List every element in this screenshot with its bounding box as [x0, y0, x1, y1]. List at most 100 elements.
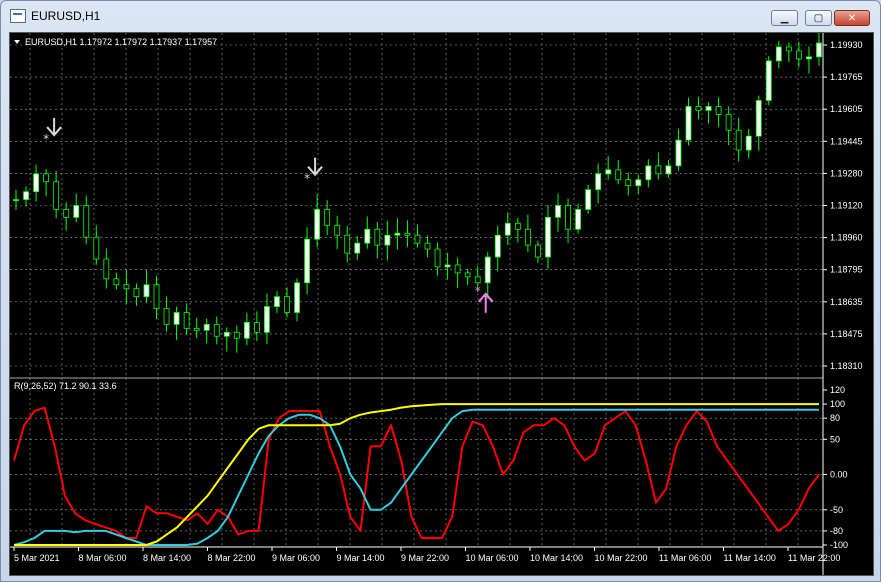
- time-tick-label: 9 Mar 22:00: [401, 553, 449, 563]
- indicator-tick-label: 120: [830, 385, 845, 395]
- candle-body: [183, 312, 190, 329]
- minimize-button[interactable]: ▁: [771, 10, 798, 26]
- time-axis: 5 Mar 2021 8 Mar 06:00 8 Mar 14:00 8 Mar 22…: [10, 546, 840, 563]
- candle-body: [424, 242, 431, 250]
- candle-body: [474, 276, 481, 284]
- candle-body: [675, 139, 682, 167]
- candle-body: [274, 296, 280, 307]
- candle-body: [143, 284, 150, 298]
- candle-body: [795, 50, 802, 60]
- price-chart[interactable]: *** 1.199301.197651.196051.194451.192801…: [10, 33, 873, 575]
- info-dropdown-icon[interactable]: [14, 40, 20, 44]
- candle-body: [133, 288, 140, 298]
- signal-star-icon: *: [475, 284, 481, 298]
- candle-body: [93, 236, 100, 260]
- candle-body: [735, 129, 742, 151]
- price-tick-label: 1.18310: [830, 361, 863, 371]
- time-tick-label: 10 Mar 22:00: [595, 553, 648, 563]
- price-tick-label: 1.19120: [830, 201, 863, 211]
- candle-body: [484, 256, 491, 284]
- candle-body: [504, 222, 511, 236]
- symbol-info: EURUSD,H1 1.17972 1.17972 1.17937 1.1795…: [25, 37, 217, 47]
- close-button[interactable]: ✕: [834, 10, 870, 26]
- candle-body: [304, 238, 310, 284]
- candle-body: [394, 232, 401, 236]
- price-tick-label: 1.19765: [830, 72, 863, 82]
- maximize-button[interactable]: ▢: [805, 10, 832, 26]
- terminal-window: EURUSD,H1 ▁ ▢ ✕ * * * 1.19930 1.19765 1.1960…: [0, 0, 881, 582]
- indicator-tick-label: 100: [830, 399, 845, 409]
- candle-body: [545, 216, 551, 258]
- price-axis: 1.19930 1.19765 1.19605 1.19445 1.19280 1.191…: [823, 40, 863, 371]
- candle-body: [585, 189, 592, 210]
- candle-body: [334, 224, 341, 236]
- time-tick-label: 11 Mar 06:00: [659, 553, 711, 563]
- candle-body: [203, 323, 210, 331]
- indicator-axis: 120 100 80 50 0.00 -50 -80 -100: [823, 385, 848, 550]
- chart-area[interactable]: * * * 1.19930 1.19765 1.19605 1.19445 1.19280 1…: [9, 32, 874, 576]
- title-bar[interactable]: EURUSD,H1 ▁ ▢ ✕: [1, 1, 880, 31]
- candle-body: [123, 284, 130, 290]
- candle-body: [163, 308, 170, 325]
- arrow-down-icon: [307, 157, 323, 177]
- time-tick-label: 9 Mar 06:00: [272, 553, 320, 563]
- candle-body: [725, 113, 732, 131]
- time-tick-label: 8 Mar 06:00: [79, 553, 127, 563]
- candle-body: [605, 169, 612, 175]
- candle-body: [173, 312, 180, 325]
- indicator-tick-label: -50: [830, 505, 843, 515]
- signal-star-icon: *: [304, 172, 310, 186]
- indicator-tick-label: -80: [830, 526, 843, 536]
- candle-body: [264, 306, 270, 333]
- candle-body: [103, 258, 110, 280]
- candles: [13, 33, 822, 353]
- candle-body: [63, 209, 70, 218]
- price-tick-label: 1.19445: [830, 136, 863, 146]
- price-tick-label: 1.18960: [830, 233, 863, 243]
- candle-body: [294, 282, 300, 313]
- candle-body: [595, 173, 602, 191]
- candle-body: [434, 248, 441, 268]
- candle-body: [755, 100, 762, 137]
- candle-body: [705, 106, 712, 111]
- candle-body: [464, 272, 471, 278]
- candle-body: [655, 165, 662, 175]
- candle-body: [83, 205, 90, 238]
- signal-arrows: * * *: [43, 118, 494, 313]
- signal-star-icon: *: [43, 132, 49, 146]
- candle-body: [645, 165, 652, 181]
- candle-body: [635, 179, 642, 187]
- candle-body: [324, 209, 331, 226]
- candle-body: [625, 179, 632, 187]
- candle-body: [524, 228, 531, 246]
- candle-body: [555, 205, 561, 218]
- candle-body: [765, 60, 772, 101]
- candle-body: [775, 46, 782, 62]
- time-tick-label: 9 Mar 14:00: [337, 553, 385, 563]
- indicator-tick-label: 80: [830, 413, 840, 423]
- candle-body: [685, 106, 692, 141]
- chart-window-icon: [10, 9, 26, 23]
- candle-body: [695, 106, 702, 111]
- candle-body: [223, 331, 230, 337]
- candle-body: [213, 323, 220, 337]
- time-tick-label: 11 Mar 14:00: [724, 553, 776, 563]
- arrow-up-icon: [477, 292, 494, 313]
- price-tick-label: 1.19280: [830, 168, 863, 178]
- candle-body: [514, 222, 521, 230]
- candle-body: [806, 56, 812, 60]
- candle-body: [284, 296, 290, 313]
- indicator-tick-label: 0.00: [830, 470, 848, 480]
- candle-body: [404, 232, 411, 236]
- candle-body: [785, 46, 792, 52]
- candle-body: [73, 205, 80, 218]
- time-tick-label: 8 Mar 22:00: [208, 553, 256, 563]
- candle-body: [33, 173, 39, 193]
- candle-body: [13, 199, 19, 201]
- time-tick-label: 8 Mar 14:00: [143, 553, 191, 563]
- candle-body: [374, 228, 381, 246]
- time-tick-label: 10 Mar 06:00: [466, 553, 519, 563]
- candle-body: [344, 234, 351, 254]
- candle-body: [414, 234, 421, 244]
- price-tick-label: 1.18635: [830, 297, 863, 307]
